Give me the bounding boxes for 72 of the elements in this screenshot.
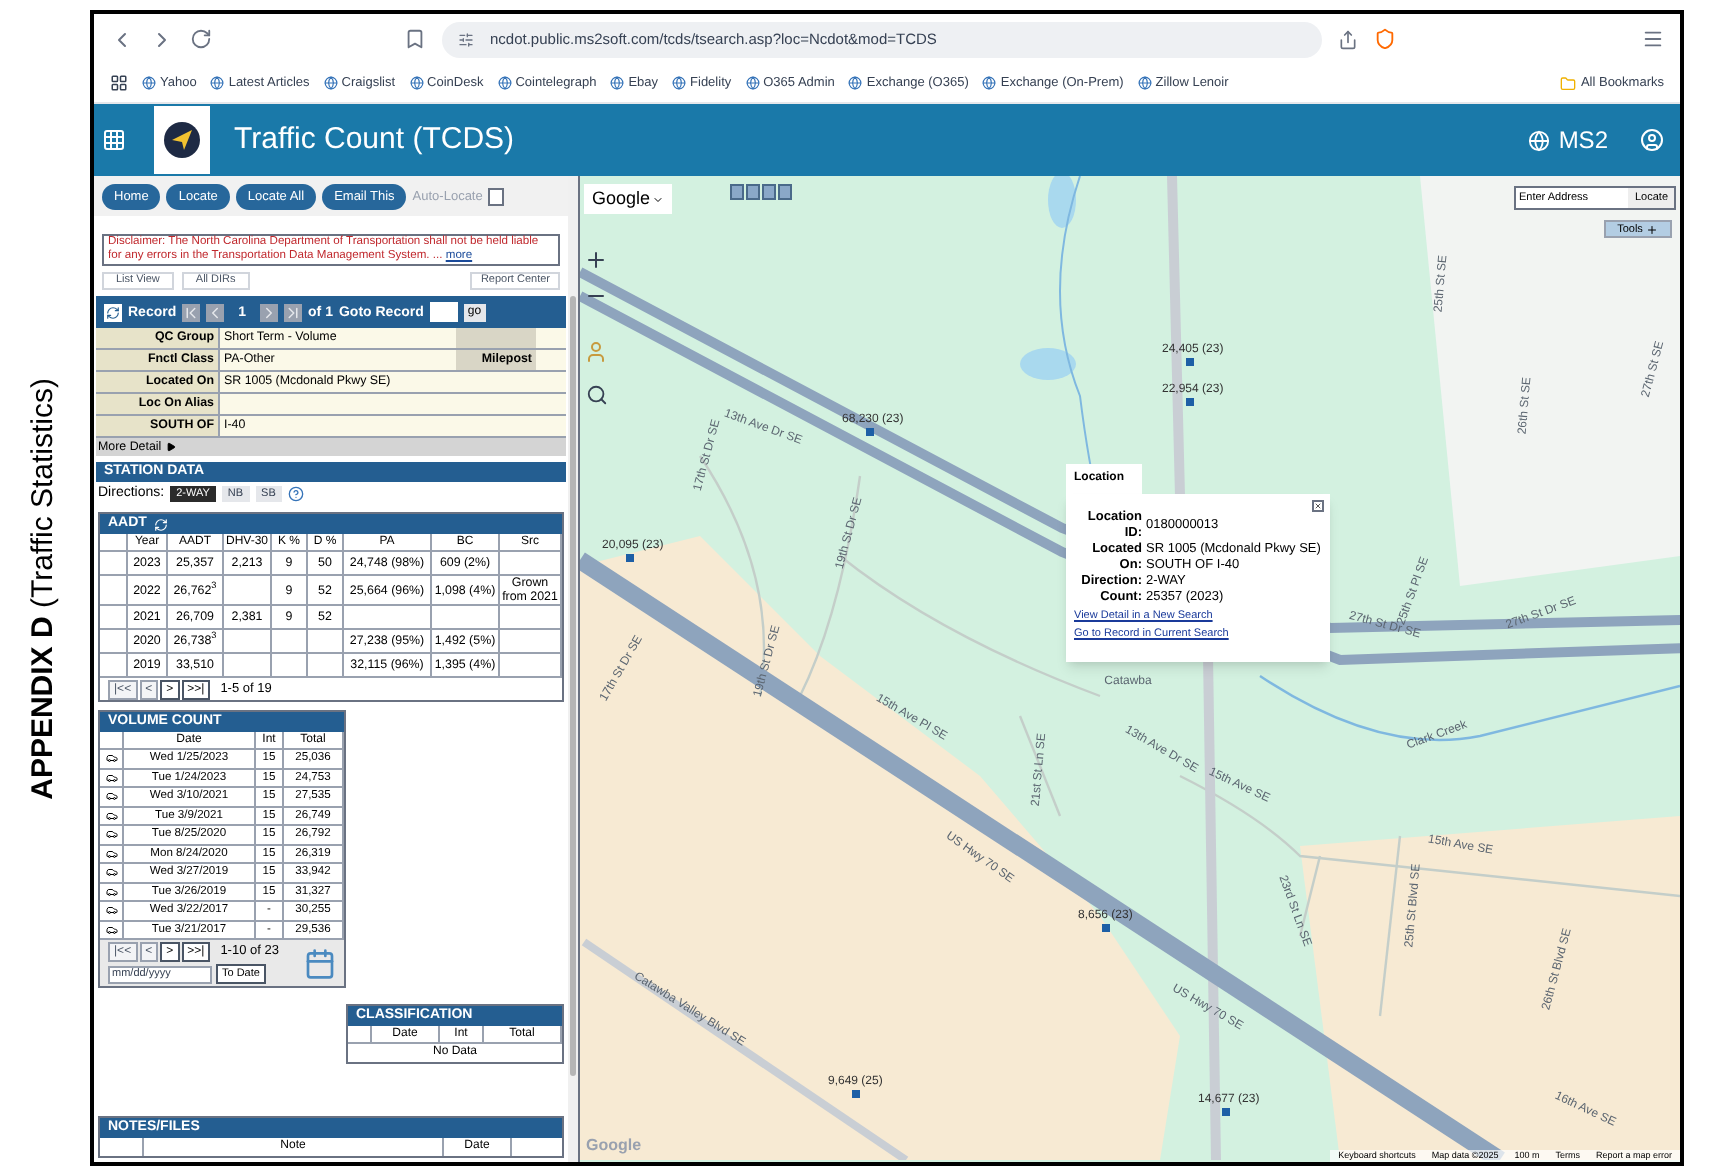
car-icon[interactable] bbox=[105, 923, 117, 936]
field-value bbox=[536, 328, 566, 348]
field-value bbox=[536, 350, 566, 370]
pond bbox=[1048, 176, 1076, 228]
folder-icon bbox=[1560, 75, 1577, 91]
site-settings-icon[interactable] bbox=[458, 31, 474, 47]
previous-icon[interactable] bbox=[206, 303, 225, 321]
app-title: Traffic Count (TCDS) bbox=[234, 119, 515, 160]
globe-icon bbox=[1528, 129, 1551, 151]
count-marker-icon[interactable] bbox=[1186, 398, 1194, 406]
count-marker-icon[interactable] bbox=[1186, 358, 1194, 366]
menu-icon[interactable] bbox=[1642, 28, 1664, 50]
search-icon[interactable] bbox=[586, 384, 608, 406]
globe-icon bbox=[323, 76, 338, 90]
count-marker-icon[interactable] bbox=[852, 1090, 860, 1098]
page-caption: APPENDIX D (Traffic Statistics) bbox=[24, 377, 63, 799]
calendar-icon[interactable] bbox=[304, 948, 336, 980]
user-icon[interactable] bbox=[1640, 128, 1664, 152]
caret-icon bbox=[652, 193, 665, 205]
car-icon[interactable] bbox=[105, 809, 117, 822]
count-marker-icon[interactable] bbox=[866, 428, 874, 436]
car-icon[interactable] bbox=[105, 847, 117, 860]
car-icon[interactable] bbox=[105, 866, 117, 879]
share-icon[interactable] bbox=[1338, 29, 1358, 49]
first-icon[interactable] bbox=[182, 303, 201, 321]
goto-record-field[interactable] bbox=[429, 302, 458, 322]
expand-arrow-icon bbox=[165, 442, 176, 452]
table-cell bbox=[224, 654, 272, 678]
globe-icon bbox=[142, 76, 156, 90]
shield-icon[interactable] bbox=[1374, 28, 1396, 50]
zoom-in-icon[interactable] bbox=[584, 248, 608, 272]
scrollbar[interactable] bbox=[568, 176, 578, 1162]
globe-icon bbox=[497, 76, 512, 90]
count-marker-icon[interactable] bbox=[1102, 924, 1110, 932]
table-cell bbox=[272, 654, 308, 678]
car-icon[interactable] bbox=[105, 904, 117, 917]
globe-icon bbox=[409, 76, 424, 90]
street-line bbox=[1018, 715, 1062, 817]
map-type-dropdown[interactable]: Google bbox=[584, 184, 673, 214]
auto-locate-checkbox[interactable] bbox=[488, 187, 505, 205]
globe-icon bbox=[982, 76, 997, 90]
help-icon[interactable] bbox=[287, 485, 304, 501]
globe-icon bbox=[848, 76, 863, 90]
last-icon[interactable] bbox=[284, 303, 303, 321]
car-icon[interactable] bbox=[105, 790, 117, 803]
table-cell bbox=[500, 654, 562, 678]
globe-icon bbox=[210, 76, 225, 90]
globe-icon bbox=[745, 76, 760, 90]
car-icon[interactable] bbox=[105, 828, 117, 841]
logo-icon bbox=[164, 122, 200, 158]
table-cell bbox=[308, 654, 344, 678]
pond bbox=[1020, 348, 1076, 380]
globe-icon bbox=[672, 76, 687, 90]
brand-name: MS2 bbox=[1558, 124, 1608, 158]
field-label bbox=[456, 328, 536, 348]
close-icon[interactable] bbox=[1312, 500, 1324, 512]
bookmark-icon[interactable] bbox=[404, 28, 426, 50]
apps-icon[interactable] bbox=[110, 74, 128, 92]
plus-icon bbox=[1646, 223, 1659, 235]
google-logo: Google bbox=[586, 1134, 642, 1158]
car-icon[interactable] bbox=[105, 752, 117, 765]
app-menu-icon[interactable] bbox=[102, 128, 126, 152]
refresh-icon[interactable] bbox=[154, 517, 169, 531]
count-marker-icon[interactable] bbox=[626, 554, 634, 562]
refresh-icon[interactable] bbox=[104, 303, 122, 321]
globe-icon bbox=[1137, 76, 1152, 90]
car-icon[interactable] bbox=[105, 771, 117, 784]
count-marker-icon[interactable] bbox=[1222, 1108, 1230, 1116]
reload-icon[interactable] bbox=[190, 28, 212, 50]
next-icon[interactable] bbox=[260, 303, 279, 321]
globe-icon bbox=[610, 76, 625, 90]
car-icon[interactable] bbox=[105, 885, 117, 898]
